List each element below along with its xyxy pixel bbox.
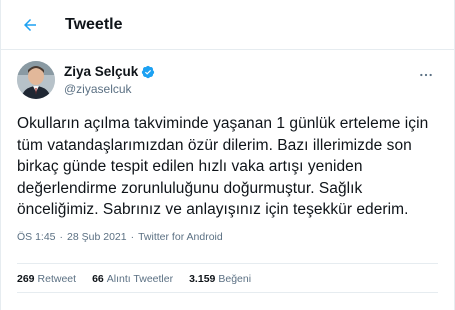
- arrow-left-icon: [24, 18, 36, 31]
- tweet-stats: 269 Retweet 66 Alıntı Tweetler 3.159 Beğeni: [17, 264, 438, 292]
- back-button[interactable]: [15, 10, 45, 40]
- tweet-source[interactable]: Twitter for Android: [138, 231, 223, 243]
- quotes-stat[interactable]: 66 Alıntı Tweetler: [92, 273, 173, 285]
- tweet-date[interactable]: 28 Şub 2021: [67, 231, 127, 243]
- author-handle[interactable]: @ziyaselcuk: [64, 82, 414, 96]
- retweets-label: Retweet: [37, 273, 77, 285]
- quotes-label: Alıntı Tweetler: [106, 273, 174, 285]
- avatar-photo: [17, 61, 55, 99]
- more-horizontal-icon: [420, 73, 432, 77]
- meta-separator: ·: [130, 230, 135, 243]
- author-meta: Ziya Selçuk @ziyaselcuk: [64, 64, 414, 96]
- tweet: Ziya Selçuk @ziyaselcuk Okulların açılma…: [1, 50, 454, 293]
- avatar[interactable]: [17, 61, 55, 99]
- tweet-time[interactable]: ÖS 1:45: [17, 231, 56, 243]
- author-row: Ziya Selçuk @ziyaselcuk: [17, 60, 438, 100]
- more-button[interactable]: [414, 63, 438, 87]
- meta-separator: ·: [59, 230, 64, 243]
- retweets-count: 269: [17, 273, 35, 285]
- page-title: Tweetle: [65, 15, 123, 33]
- verified-badge-icon: [141, 65, 155, 79]
- author-name[interactable]: Ziya Selçuk: [64, 64, 138, 79]
- tweet-page: Tweetle Ziya Selçuk @ziyaselcuk Okulları…: [0, 0, 455, 310]
- quotes-count: 66: [92, 273, 104, 285]
- likes-count: 3.159: [189, 273, 216, 285]
- tweet-meta: ÖS 1:45 · 28 Şub 2021 · Twitter for Andr…: [17, 231, 438, 243]
- likes-stat[interactable]: 3.159 Beğeni: [189, 273, 251, 285]
- likes-label: Beğeni: [218, 273, 252, 285]
- divider: [17, 291, 438, 293]
- name-line: Ziya Selçuk: [64, 64, 414, 79]
- page-header: Tweetle: [1, 0, 454, 50]
- retweets-stat[interactable]: 269 Retweet: [17, 273, 76, 285]
- tweet-text: Okulların açılma takviminde yaşanan 1 gü…: [17, 115, 429, 218]
